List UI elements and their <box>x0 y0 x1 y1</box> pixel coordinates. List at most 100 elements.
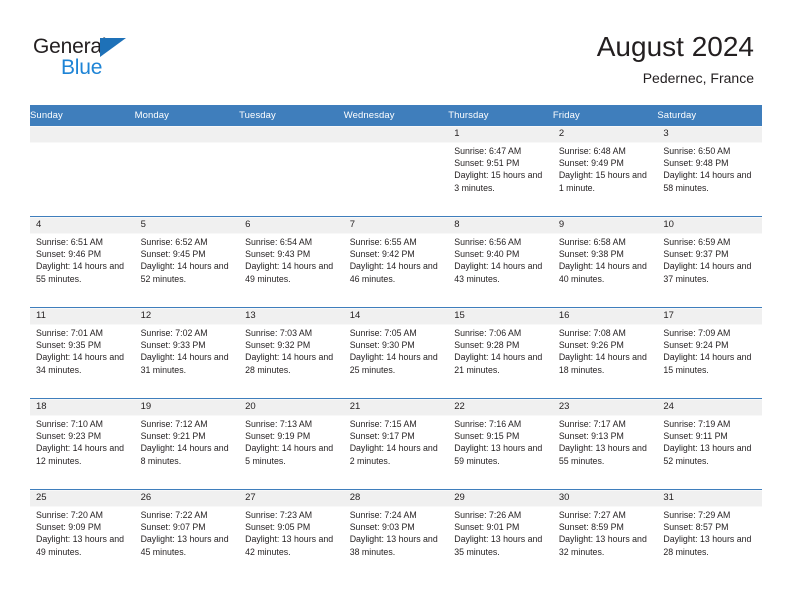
daylight-text: Daylight: 14 hours and 5 minutes. <box>245 443 334 466</box>
day-sun-info: Sunrise: 7:15 AM Sunset: 9:17 PM Daylight:… <box>344 415 449 467</box>
calendar-body: 1 Sunrise: 6:47 AM Sunset: 9:51 PM Daylight… <box>30 125 762 580</box>
daylight-text: Daylight: 13 hours and 35 minutes. <box>454 534 543 557</box>
calendar-day-cell[interactable]: 3 Sunrise: 6:50 AM Sunset: 9:48 PM Daylight… <box>657 125 762 217</box>
sunset-text: Sunset: 8:57 PM <box>663 522 729 533</box>
day-sun-info: Sunrise: 7:09 AM Sunset: 9:24 PM Daylight:… <box>657 324 762 376</box>
calendar-day-cell[interactable]: 20 Sunrise: 7:13 AM Sunset: 9:19 PM Dayligh… <box>239 398 344 490</box>
calendar-day-cell[interactable]: 16 Sunrise: 7:08 AM Sunset: 9:26 PM Dayligh… <box>552 307 658 399</box>
calendar-day-cell[interactable]: 17 Sunrise: 7:09 AM Sunset: 9:24 PM Dayligh… <box>657 307 762 399</box>
calendar-day-cell[interactable]: 4 Sunrise: 6:51 AM Sunset: 9:46 PM Daylight… <box>30 216 135 308</box>
daylight-text: Daylight: 14 hours and 15 minutes. <box>663 352 752 375</box>
calendar-day-cell[interactable]: 11 Sunrise: 7:01 AM Sunset: 9:35 PM Dayligh… <box>30 307 135 399</box>
day-number: 2 <box>558 128 565 139</box>
calendar-day-cell[interactable]: 1 Sunrise: 6:47 AM Sunset: 9:51 PM Daylight… <box>448 125 553 217</box>
daylight-text: Daylight: 14 hours and 31 minutes. <box>140 352 229 375</box>
day-number: 10 <box>663 219 674 230</box>
day-sun-info: Sunrise: 7:27 AM Sunset: 8:59 PM Daylight:… <box>553 506 658 558</box>
logo-triangle-icon <box>100 38 126 57</box>
day-number: 3 <box>663 128 669 139</box>
sunrise-text: Sunrise: 7:20 AM <box>36 510 103 520</box>
day-sun-info: Sunrise: 7:19 AM Sunset: 9:11 PM Daylight:… <box>657 415 762 467</box>
calendar-day-cell[interactable]: 8 Sunrise: 6:56 AM Sunset: 9:40 PM Daylight… <box>448 216 553 308</box>
sunrise-text: Sunrise: 6:58 AM <box>558 237 626 247</box>
daylight-text: Daylight: 14 hours and 37 minutes. <box>663 261 752 284</box>
calendar-day-cell[interactable]: 6 Sunrise: 6:54 AM Sunset: 9:43 PM Daylight… <box>239 216 344 308</box>
general-blue-logo[interactable]: General Blue <box>33 36 183 82</box>
calendar-day-cell[interactable]: 13 Sunrise: 7:03 AM Sunset: 9:32 PM Dayligh… <box>239 307 344 399</box>
sunset-text: Sunset: 9:28 PM <box>454 340 520 351</box>
daylight-text: Daylight: 14 hours and 40 minutes. <box>558 261 647 284</box>
day-number: 16 <box>558 310 570 321</box>
calendar-week-row: 4 Sunrise: 6:51 AM Sunset: 9:46 PM Daylight… <box>30 216 762 308</box>
calendar-day-cell[interactable]: 5 Sunrise: 6:52 AM Sunset: 9:45 PM Daylight… <box>134 216 240 308</box>
page-subtitle-location: Pedernec, France <box>642 70 754 86</box>
daylight-text: Daylight: 13 hours and 45 minutes. <box>140 534 229 557</box>
sunset-text: Sunset: 9:43 PM <box>245 249 311 260</box>
daylight-text: Daylight: 14 hours and 46 minutes. <box>349 261 438 284</box>
sunrise-text: Sunrise: 6:55 AM <box>349 237 417 247</box>
calendar-day-cell[interactable]: 9 Sunrise: 6:58 AM Sunset: 9:38 PM Daylight… <box>552 216 658 308</box>
day-number: 29 <box>454 492 465 503</box>
calendar-day-cell[interactable]: 2 Sunrise: 6:48 AM Sunset: 9:49 PM Daylight… <box>552 125 658 217</box>
day-sun-info: Sunrise: 6:59 AM Sunset: 9:37 PM Daylight:… <box>657 233 762 285</box>
daylight-text: Daylight: 14 hours and 49 minutes. <box>245 261 334 284</box>
calendar-day-cell[interactable]: 26 Sunrise: 7:22 AM Sunset: 9:07 PM Dayligh… <box>134 489 240 580</box>
weekday-header-tuesday: Tuesday <box>239 105 344 126</box>
day-number: 28 <box>349 492 361 503</box>
sunrise-text: Sunrise: 7:02 AM <box>140 328 208 338</box>
day-sun-info: Sunrise: 6:55 AM Sunset: 9:42 PM Daylight:… <box>344 233 449 285</box>
logo-text-blue: Blue <box>61 56 103 79</box>
sunset-text: Sunset: 9:48 PM <box>663 158 729 169</box>
sunrise-text: Sunrise: 7:27 AM <box>558 510 626 520</box>
day-number: 1 <box>454 128 460 139</box>
daylight-text: Daylight: 15 hours and 3 minutes. <box>454 170 543 193</box>
calendar-day-cell[interactable]: 25 Sunrise: 7:20 AM Sunset: 9:09 PM Dayligh… <box>30 489 135 580</box>
day-number: 17 <box>663 310 674 321</box>
weekday-header-monday: Monday <box>134 105 240 126</box>
day-number: 14 <box>349 310 361 321</box>
sunset-text: Sunset: 9:30 PM <box>349 340 415 351</box>
day-number: 24 <box>663 401 674 412</box>
calendar-day-cell[interactable]: 22 Sunrise: 7:16 AM Sunset: 9:15 PM Dayligh… <box>448 398 553 490</box>
sunrise-text: Sunrise: 7:10 AM <box>36 419 103 429</box>
day-sun-info: Sunrise: 7:22 AM Sunset: 9:07 PM Daylight:… <box>135 506 240 558</box>
sunrise-text: Sunrise: 7:24 AM <box>349 510 417 520</box>
calendar-day-cell[interactable]: 24 Sunrise: 7:19 AM Sunset: 9:11 PM Dayligh… <box>657 398 762 490</box>
calendar-day-cell[interactable]: 18 Sunrise: 7:10 AM Sunset: 9:23 PM Dayligh… <box>30 398 135 490</box>
day-sun-info: Sunrise: 7:26 AM Sunset: 9:01 PM Daylight:… <box>448 506 553 558</box>
sunset-text: Sunset: 9:46 PM <box>36 249 102 260</box>
calendar-day-cell[interactable]: 28 Sunrise: 7:24 AM Sunset: 9:03 PM Dayligh… <box>343 489 449 580</box>
sunrise-text: Sunrise: 7:05 AM <box>349 328 417 338</box>
sunset-text: Sunset: 9:17 PM <box>349 431 415 442</box>
calendar-day-cell[interactable]: 14 Sunrise: 7:05 AM Sunset: 9:30 PM Dayligh… <box>343 307 449 399</box>
day-sun-info: Sunrise: 6:47 AM Sunset: 9:51 PM Daylight:… <box>448 142 553 194</box>
calendar-day-cell[interactable]: 29 Sunrise: 7:26 AM Sunset: 9:01 PM Dayligh… <box>448 489 553 580</box>
sunrise-text: Sunrise: 7:12 AM <box>140 419 208 429</box>
calendar-day-cell[interactable]: 21 Sunrise: 7:15 AM Sunset: 9:17 PM Dayligh… <box>343 398 449 490</box>
sunset-text: Sunset: 9:45 PM <box>140 249 206 260</box>
sunset-text: Sunset: 9:51 PM <box>454 158 520 169</box>
calendar-day-cell[interactable]: 10 Sunrise: 6:59 AM Sunset: 9:37 PM Dayligh… <box>657 216 762 308</box>
sunset-text: Sunset: 9:03 PM <box>349 522 415 533</box>
page-header: General Blue August 2024 Pedernec, Franc… <box>0 0 792 104</box>
sunset-text: Sunset: 9:33 PM <box>140 340 206 351</box>
sunrise-text: Sunrise: 6:59 AM <box>663 237 731 247</box>
calendar-day-cell[interactable]: 30 Sunrise: 7:27 AM Sunset: 8:59 PM Dayligh… <box>552 489 658 580</box>
sunrise-text: Sunrise: 7:15 AM <box>349 419 417 429</box>
calendar-day-cell[interactable]: 12 Sunrise: 7:02 AM Sunset: 9:33 PM Dayligh… <box>134 307 240 399</box>
sunrise-text: Sunrise: 7:09 AM <box>663 328 731 338</box>
calendar-day-cell[interactable]: 19 Sunrise: 7:12 AM Sunset: 9:21 PM Dayligh… <box>134 398 240 490</box>
daylight-text: Daylight: 14 hours and 2 minutes. <box>349 443 438 466</box>
calendar-day-cell[interactable]: 23 Sunrise: 7:17 AM Sunset: 9:13 PM Dayligh… <box>552 398 658 490</box>
sunrise-sunset-calendar-table: Sunday Monday Tuesday Wednesday Thursday… <box>30 105 762 580</box>
calendar-day-cell[interactable]: 7 Sunrise: 6:55 AM Sunset: 9:42 PM Daylight… <box>343 216 449 308</box>
sunset-text: Sunset: 9:11 PM <box>663 431 728 442</box>
sunset-text: Sunset: 9:21 PM <box>140 431 206 442</box>
calendar-day-cell[interactable]: 31 Sunrise: 7:29 AM Sunset: 8:57 PM Dayligh… <box>657 489 762 580</box>
day-sun-info: Sunrise: 7:03 AM Sunset: 9:32 PM Daylight:… <box>239 324 344 376</box>
sunrise-text: Sunrise: 6:56 AM <box>454 237 522 247</box>
calendar-day-cell[interactable]: 27 Sunrise: 7:23 AM Sunset: 9:05 PM Dayligh… <box>239 489 344 580</box>
sunrise-text: Sunrise: 7:13 AM <box>245 419 313 429</box>
day-number: 8 <box>454 219 460 230</box>
calendar-day-cell[interactable]: 15 Sunrise: 7:06 AM Sunset: 9:28 PM Dayligh… <box>448 307 553 399</box>
